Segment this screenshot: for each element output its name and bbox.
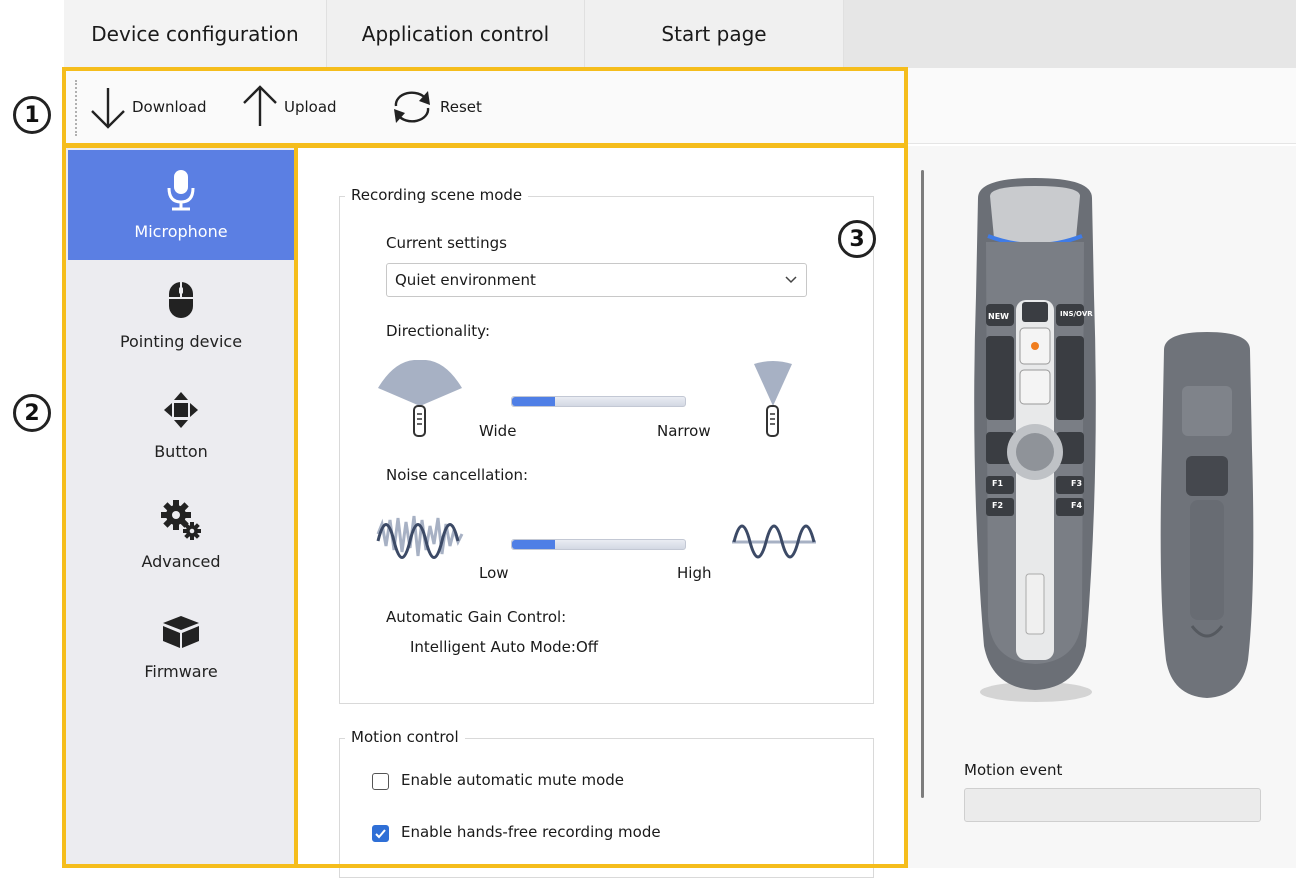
hands-free-label: Enable hands-free recording mode [401,823,661,841]
directional-pad-icon [68,388,294,432]
reset-label: Reset [440,98,482,116]
slider-fill [512,540,556,549]
sidebar-item-pointing-device[interactable]: Pointing device [68,260,294,370]
motion-event-field [964,788,1261,822]
arrow-up-icon [240,84,280,130]
directionality-min-label: Wide [479,422,517,440]
noise-cancellation-label: Noise cancellation: [386,466,529,484]
download-label: Download [132,98,207,116]
dropdown-value: Quiet environment [395,271,536,289]
sidebar-item-label: Button [154,442,208,461]
sidebar-item-microphone[interactable]: Microphone [68,150,294,260]
auto-mute-checkbox[interactable] [372,773,389,790]
sidebar-item-advanced[interactable]: Advanced [68,480,294,590]
motion-control-group [339,738,874,878]
noisy-wave-icon [376,506,466,580]
narrow-pattern-icon [748,360,798,444]
sidebar-item-firmware[interactable]: Firmware [68,590,294,700]
tab-application-control[interactable]: Application control [326,0,584,68]
device-button-label: INS/OVR [1060,310,1093,318]
directionality-slider[interactable] [511,396,686,407]
directionality-max-label: Narrow [657,422,711,440]
sidebar-item-button[interactable]: Button [68,370,294,480]
upload-label: Upload [284,98,337,116]
toolbar-grip[interactable] [75,80,77,136]
splitter[interactable] [921,170,924,798]
arrow-down-icon [88,84,128,130]
mouse-icon [68,278,294,322]
current-settings-dropdown[interactable]: Quiet environment [386,263,807,297]
tab-device-configuration[interactable]: Device configuration [64,0,326,68]
sidebar-item-label: Advanced [141,552,221,571]
auto-mute-label: Enable automatic mute mode [401,771,625,789]
callout-badge-1: 1 [13,96,51,134]
current-settings-label: Current settings [386,234,507,252]
agc-label: Automatic Gain Control: [386,608,567,626]
agc-value: Intelligent Auto Mode:Off [410,638,599,656]
reset-button[interactable]: Reset [388,84,482,130]
group-title: Motion control [345,728,465,746]
gears-icon [68,498,294,542]
clean-wave-icon [730,506,820,580]
device-back-image [1152,330,1262,708]
sidebar-item-label: Firmware [144,662,218,681]
device-button-label: F4 [1071,501,1083,510]
refresh-icon [388,84,436,130]
device-button-label: F1 [992,479,1004,488]
tab-label: Device configuration [91,22,299,46]
callout-badge-3: 3 [838,220,876,258]
wide-pattern-icon [376,359,466,444]
box-icon [68,608,294,652]
noise-cancellation-slider[interactable] [511,539,686,550]
upload-button[interactable]: Upload [240,84,337,130]
noise-max-label: High [677,564,712,582]
device-button-label: F3 [1071,479,1083,488]
group-title: Recording scene mode [345,186,529,204]
tab-label: Application control [361,22,550,46]
sidebar-item-label: Pointing device [119,332,243,351]
device-button-label: NEW [988,312,1009,321]
tab-start-page[interactable]: Start page [584,0,844,68]
noise-min-label: Low [479,564,509,582]
download-button[interactable]: Download [88,84,207,130]
slider-fill [512,397,556,406]
chevron-down-icon [784,272,798,290]
sidebar-item-label: Microphone [134,222,228,241]
callout-badge-2: 2 [13,394,51,432]
directionality-label: Directionality: [386,322,491,340]
device-front-image [950,176,1120,710]
motion-event-label: Motion event [964,761,1063,779]
device-button-label: F2 [992,501,1004,510]
hands-free-checkbox[interactable] [372,825,389,842]
checkmark-icon [375,829,386,839]
microphone-icon [68,168,294,212]
tab-label: Start page [661,22,767,46]
